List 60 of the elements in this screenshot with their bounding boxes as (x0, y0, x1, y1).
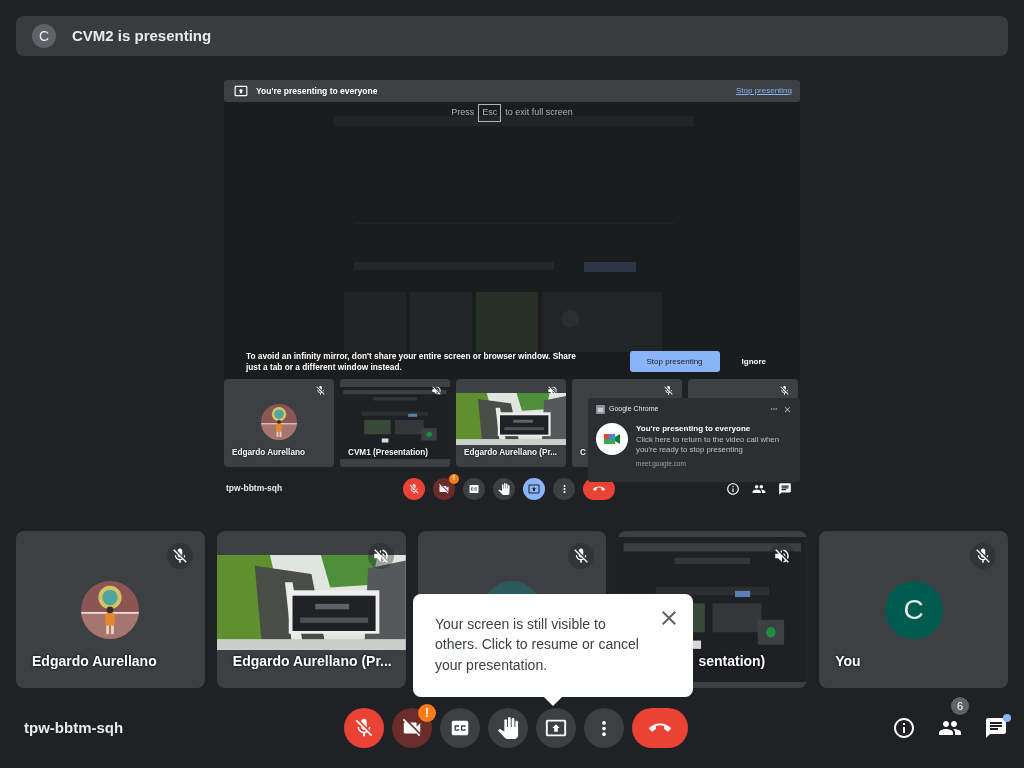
warning-text: To avoid an infinity mirror, don't share your entire screen or browser window. Share just a tab or a different window instead. (246, 350, 577, 373)
stop-presenting-link[interactable]: Stop presenting (735, 85, 792, 97)
participant-count: 6 (951, 697, 969, 715)
presenting-text: You're presenting to everyone (256, 84, 378, 98)
present-button[interactable] (523, 477, 545, 500)
participant-name: Edgardo Aurellano (232, 446, 305, 459)
stop-presenting-button[interactable]: Stop presenting (629, 351, 720, 373)
mic-off-icon (408, 482, 420, 495)
meeting-code: tpw-bbtm-sqh (24, 717, 125, 738)
notification-title: You're presenting to everyone (636, 422, 752, 435)
mic-off-icon (353, 717, 375, 739)
leave-call-button[interactable] (632, 708, 688, 748)
present-icon (528, 482, 540, 495)
camera-off-icon (438, 482, 450, 495)
more-options-button[interactable] (584, 708, 624, 748)
info-icon (726, 481, 740, 496)
present-icon (234, 84, 248, 98)
participant-name: Edgardo Aurellano (32, 652, 157, 671)
close-icon (783, 404, 792, 414)
meeting-code: tpw-bbtm-sqh (226, 482, 284, 495)
more-icon (562, 484, 566, 493)
banner-text: CVM2 is presenting (72, 25, 212, 46)
captions-button[interactable] (463, 477, 485, 500)
camera-off-icon (401, 717, 423, 739)
tooltip-text: Your screen is still visible to others. Click to resume or cancel your presentation. (435, 615, 640, 675)
participant-name: sentation) (698, 652, 766, 671)
present-icon (545, 717, 567, 739)
present-button[interactable] (536, 708, 576, 748)
more-icon (601, 720, 607, 736)
captions-icon (468, 482, 480, 495)
hint-text: Press (451, 106, 475, 119)
avatar: C (32, 24, 56, 48)
captions-button[interactable] (440, 708, 480, 748)
raise-hand-button[interactable] (493, 477, 515, 500)
participant-name: Edgardo Aurellano (Pr... (464, 446, 557, 459)
key-label: Esc (478, 104, 502, 122)
ignore-button[interactable]: Ignore (735, 355, 772, 368)
avatar: C (884, 581, 943, 639)
hand-icon (497, 717, 519, 739)
info-button[interactable] (726, 481, 740, 496)
chat-icon (778, 481, 792, 496)
more-options-button[interactable] (553, 477, 575, 500)
app-icon (596, 404, 605, 414)
participant-name: C (580, 446, 586, 459)
participant-name: You (835, 652, 861, 671)
participant-name: CVM1 (Presentation) (348, 446, 429, 459)
raise-hand-button[interactable] (488, 708, 528, 748)
participant-name: Edgardo Aurellano (Pr... (232, 652, 392, 671)
info-button[interactable] (892, 716, 916, 740)
microphone-button[interactable] (344, 708, 384, 748)
chat-icon (984, 716, 1008, 740)
video-camera-logo-icon (596, 422, 628, 455)
hint-text: to exit full screen (505, 106, 573, 119)
more-icon (771, 408, 777, 411)
chat-button[interactable] (778, 481, 792, 496)
chat-button[interactable] (984, 716, 1008, 740)
info-icon (892, 716, 916, 740)
alert-badge: ! (418, 704, 436, 722)
hand-icon (498, 482, 510, 495)
microphone-button[interactable] (403, 477, 425, 500)
